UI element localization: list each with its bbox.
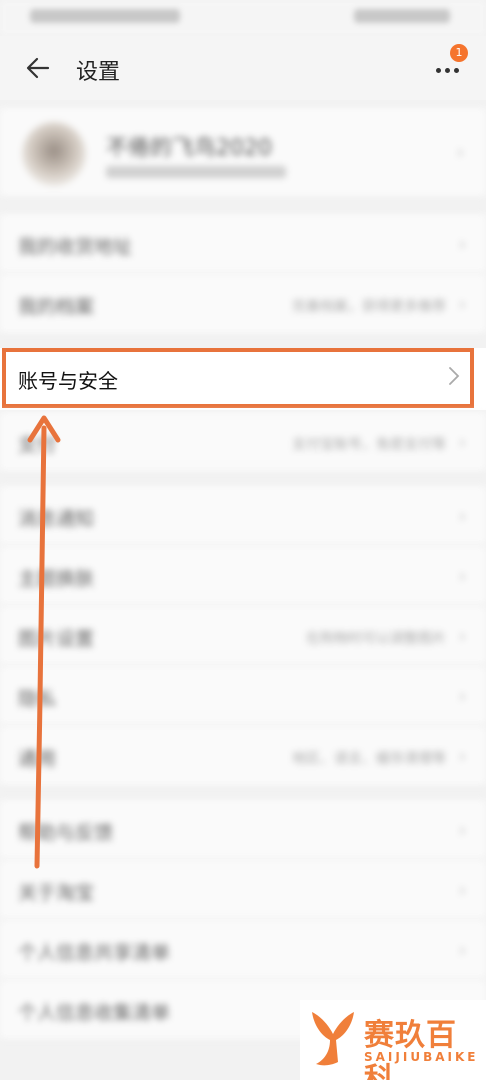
settings-row-general[interactable]: 通用 地区、语言、缓存清理等 › <box>0 726 486 786</box>
more-button[interactable]: 1 <box>432 44 468 88</box>
notification-badge: 1 <box>450 44 468 62</box>
more-icon <box>436 68 459 73</box>
settings-row-images[interactable]: 图片设置 在购物时可以调整图片 › <box>0 606 486 666</box>
nav-bar: 设置 1 <box>0 36 486 100</box>
chevron-right-icon: › <box>458 432 466 453</box>
back-button[interactable] <box>18 50 58 86</box>
row-label: 关于淘宝 <box>18 882 95 904</box>
row-label: 消息通知 <box>18 508 95 530</box>
chevron-right-icon: › <box>458 746 466 767</box>
row-label: 我的收货地址 <box>18 236 133 258</box>
settings-row-profile[interactable]: 我的档案 完善档案，获得更多推荐 › <box>0 274 486 334</box>
settings-row-about[interactable]: 关于淘宝 › <box>0 860 486 920</box>
row-value: 支付宝账号，免密支付等 <box>292 437 446 453</box>
chevron-right-icon: › <box>458 686 466 707</box>
row-value: 在购物时可以调整图片 <box>306 631 446 647</box>
row-label: 个人信息收集清单 <box>18 1002 171 1024</box>
row-value: 完善档案，获得更多推荐 <box>292 299 446 315</box>
chevron-right-icon: › <box>458 880 466 901</box>
chevron-right-icon: › <box>458 566 466 587</box>
watermark-sub: SAIJIUBAIKE <box>364 1050 479 1064</box>
row-label: 图片设置 <box>18 628 95 650</box>
settings-row-theme[interactable]: 主题换肤 › <box>0 546 486 606</box>
watermark-brand: 赛玖百科 <box>364 1018 457 1080</box>
status-bar <box>0 0 486 36</box>
arrow-left-icon <box>26 57 50 79</box>
avatar <box>22 122 86 186</box>
row-label: 通用 <box>18 748 57 770</box>
settings-row-privacy[interactable]: 隐私 › <box>0 666 486 726</box>
username: 不倦的飞鸟2020 <box>106 136 272 161</box>
battery-indicator <box>354 9 450 23</box>
chevron-right-icon: › <box>456 142 464 163</box>
row-label: 支付 <box>18 434 57 456</box>
settings-row-address[interactable]: 我的收货地址 › <box>0 214 486 274</box>
chevron-right-icon: › <box>458 294 466 315</box>
chevron-right-icon: › <box>458 940 466 961</box>
user-subtitle <box>106 166 286 178</box>
settings-row-help[interactable]: 帮助与反馈 › <box>0 800 486 860</box>
settings-row-info-share[interactable]: 个人信息共享清单 › <box>0 920 486 980</box>
watermark: 赛玖百科 SAIJIUBAIKE <box>300 1000 486 1080</box>
chevron-right-icon: › <box>458 506 466 527</box>
row-label: 隐私 <box>18 688 57 710</box>
row-label: 个人信息共享清单 <box>18 942 171 964</box>
profile-card[interactable]: 不倦的飞鸟2020 › <box>0 108 486 196</box>
chevron-right-icon: › <box>458 820 466 841</box>
highlight-frame <box>2 348 474 408</box>
row-label: 主题换肤 <box>18 568 95 590</box>
settings-row-notifications[interactable]: 消息通知 › <box>0 486 486 546</box>
row-label: 我的档案 <box>18 296 95 318</box>
page-title: 设置 <box>76 60 121 85</box>
row-label: 帮助与反馈 <box>18 822 114 844</box>
settings-row-payment[interactable]: 支付 支付宝账号，免密支付等 › <box>0 412 486 472</box>
whale-tail-logo-icon <box>312 1012 354 1066</box>
chevron-right-icon: › <box>458 234 466 255</box>
row-value: 地区、语言、缓存清理等 <box>292 751 446 767</box>
carrier-info <box>30 9 180 23</box>
chevron-right-icon: › <box>458 626 466 647</box>
